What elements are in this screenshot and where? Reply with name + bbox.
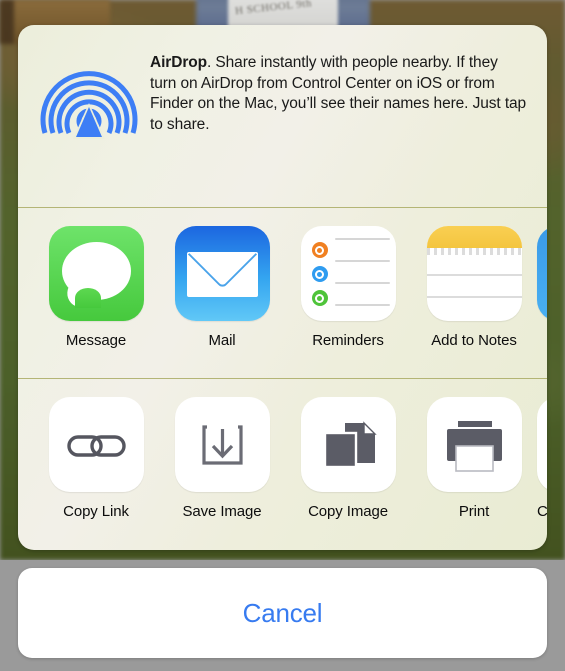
share-target-label: Add to Notes (431, 332, 517, 349)
airdrop-description: AirDrop. Share instantly with people nea… (150, 53, 528, 135)
share-target-more-apps[interactable] (537, 226, 547, 349)
share-target-label: Mail (208, 332, 236, 349)
action-label: Print (458, 503, 490, 520)
action-copy-image[interactable]: Copy Image (285, 397, 411, 520)
messages-app-icon (48, 226, 144, 321)
reminders-app-icon (300, 226, 396, 321)
cancel-button[interactable]: Cancel (18, 568, 547, 658)
action-label: Copy Image (308, 503, 388, 520)
apps-row: Message Mail Reminders Add to Notes (18, 208, 547, 378)
action-label: C (537, 503, 547, 520)
share-target-label: Reminders (312, 332, 384, 349)
link-icon (48, 397, 144, 492)
airdrop-section[interactable]: AirDrop. Share instantly with people nea… (18, 25, 547, 207)
copy-documents-icon (300, 397, 396, 492)
share-target-add-to-notes[interactable]: Add to Notes (411, 226, 537, 349)
action-save-image[interactable]: Save Image (159, 397, 285, 520)
printer-icon (426, 397, 522, 492)
action-print[interactable]: Print (411, 397, 537, 520)
share-target-mail[interactable]: Mail (159, 226, 285, 349)
share-sheet-screen: H SCHOOL 9th AirDrop. Share instantly wi… (0, 0, 565, 671)
share-target-label: Message (65, 332, 127, 349)
more-apps-partial-icon (537, 226, 547, 321)
partial-action-icon (537, 397, 547, 492)
action-copy-link[interactable]: Copy Link (33, 397, 159, 520)
action-label: Copy Link (63, 503, 129, 520)
share-target-message[interactable]: Message (33, 226, 159, 349)
action-partial[interactable]: C (537, 397, 547, 520)
mail-app-icon (174, 226, 270, 321)
airdrop-body: . Share instantly with people nearby. If… (150, 54, 527, 133)
share-target-reminders[interactable]: Reminders (285, 226, 411, 349)
cancel-button-label: Cancel (242, 597, 323, 628)
share-sheet-panel: AirDrop. Share instantly with people nea… (18, 25, 547, 550)
notes-app-icon (426, 226, 522, 321)
actions-row: Copy Link Save Image Copy Image Print C (18, 379, 547, 549)
airdrop-title: AirDrop (150, 54, 207, 71)
airdrop-icon (40, 47, 138, 145)
download-icon (174, 397, 270, 492)
action-label: Save Image (182, 503, 262, 520)
